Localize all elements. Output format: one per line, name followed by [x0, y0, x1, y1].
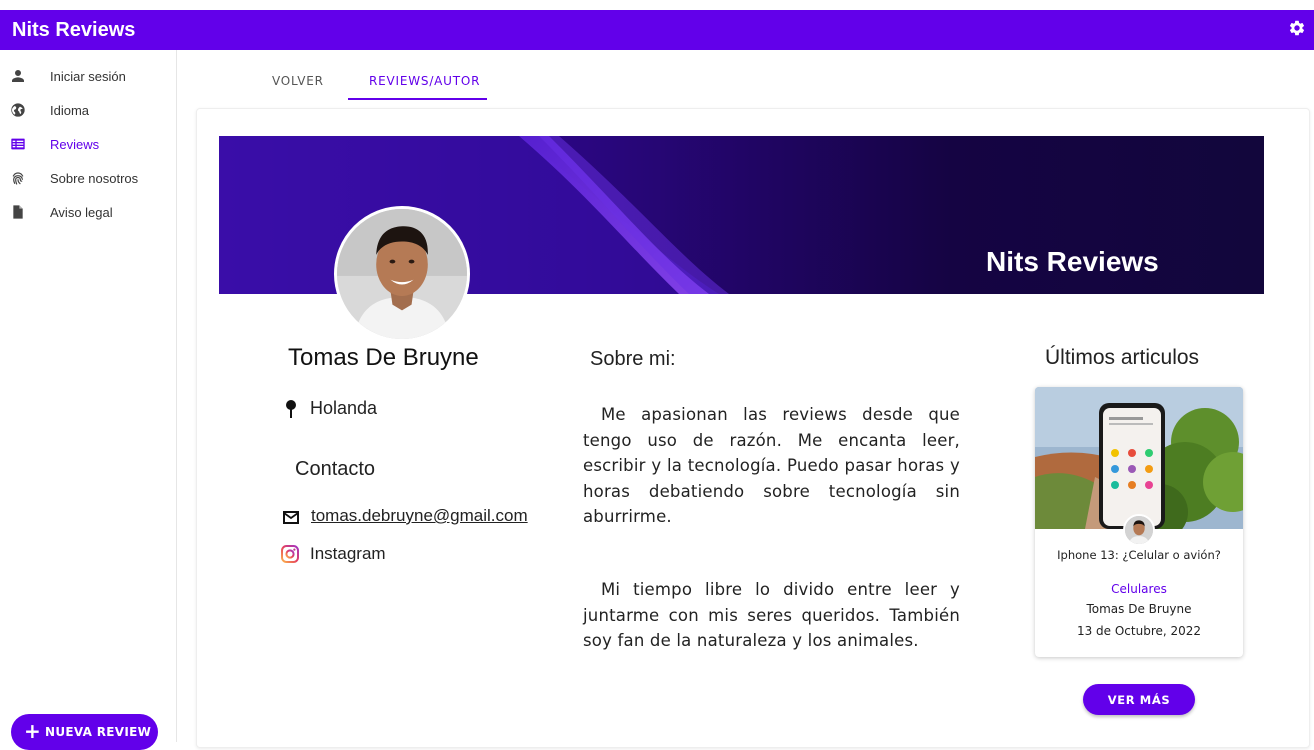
sidebar-item-legal[interactable]: Aviso legal [0, 197, 177, 227]
sidebar-item-login[interactable]: Iniciar sesión [0, 61, 177, 91]
sidebar-item-label: Idioma [50, 103, 90, 118]
see-more-button[interactable]: VER MÁS [1083, 684, 1195, 715]
mail-icon [283, 511, 299, 524]
article-card[interactable]: Iphone 13: ¿Celular o avión? Celulares T… [1035, 387, 1243, 657]
list-icon [11, 138, 25, 150]
author-name: Tomas De Bruyne [288, 344, 479, 371]
sidebar-item-reviews[interactable]: Reviews [0, 129, 177, 159]
gear-icon[interactable] [1288, 19, 1306, 37]
article-title: Iphone 13: ¿Celular o avión? [1057, 548, 1221, 562]
article-image [1035, 387, 1243, 529]
sidebar-item-label: Sobre nosotros [50, 171, 139, 186]
sidebar-item-label: Aviso legal [50, 205, 113, 220]
tab-back[interactable]: VOLVER [272, 74, 324, 88]
article-author: Tomas De Bruyne [1086, 602, 1192, 616]
new-review-button[interactable]: + NUEVA REVIEW [11, 714, 158, 750]
contact-heading: Contacto [295, 458, 376, 480]
location-pin-icon [286, 400, 296, 418]
about-heading: Sobre mi: [590, 348, 676, 370]
globe-icon [11, 103, 25, 117]
tab-reviews-author[interactable]: REVIEWS/AUTOR [369, 74, 480, 88]
document-icon [13, 205, 23, 219]
instagram-link[interactable]: Instagram [310, 544, 386, 564]
person-icon [12, 70, 24, 82]
sidebar-item-language[interactable]: Idioma [0, 95, 177, 125]
top-app-bar: Nits Reviews [0, 10, 1314, 50]
article-category[interactable]: Celulares [1035, 582, 1243, 596]
article-author-avatar [1123, 514, 1155, 546]
plus-icon: + [24, 719, 42, 743]
author-location: Holanda [310, 398, 378, 418]
email-link[interactable]: tomas.debruyne@gmail.com [311, 506, 528, 526]
author-avatar [334, 206, 470, 342]
new-review-label: NUEVA REVIEW [45, 725, 152, 739]
sidebar-item-about[interactable]: Sobre nosotros [0, 163, 177, 193]
fingerprint-icon [12, 172, 24, 185]
about-paragraph: Me apasionan las reviews desde que tengo… [583, 405, 960, 526]
article-date: 13 de Octubre, 2022 [1076, 624, 1202, 638]
banner-title: Nits Reviews [986, 246, 1159, 277]
sidebar-item-label: Iniciar sesión [50, 69, 126, 84]
about-paragraph: Mi tiempo libre lo divido entre leer y j… [583, 580, 960, 650]
active-tab-indicator [348, 98, 487, 100]
sidebar-item-label: Reviews [50, 137, 100, 152]
app-title[interactable]: Nits Reviews [12, 19, 135, 42]
sidebar: Iniciar sesión Idioma Reviews Sobre noso… [0, 50, 177, 750]
latest-articles-heading: Últimos articulos [1045, 346, 1200, 369]
instagram-icon [281, 545, 299, 563]
